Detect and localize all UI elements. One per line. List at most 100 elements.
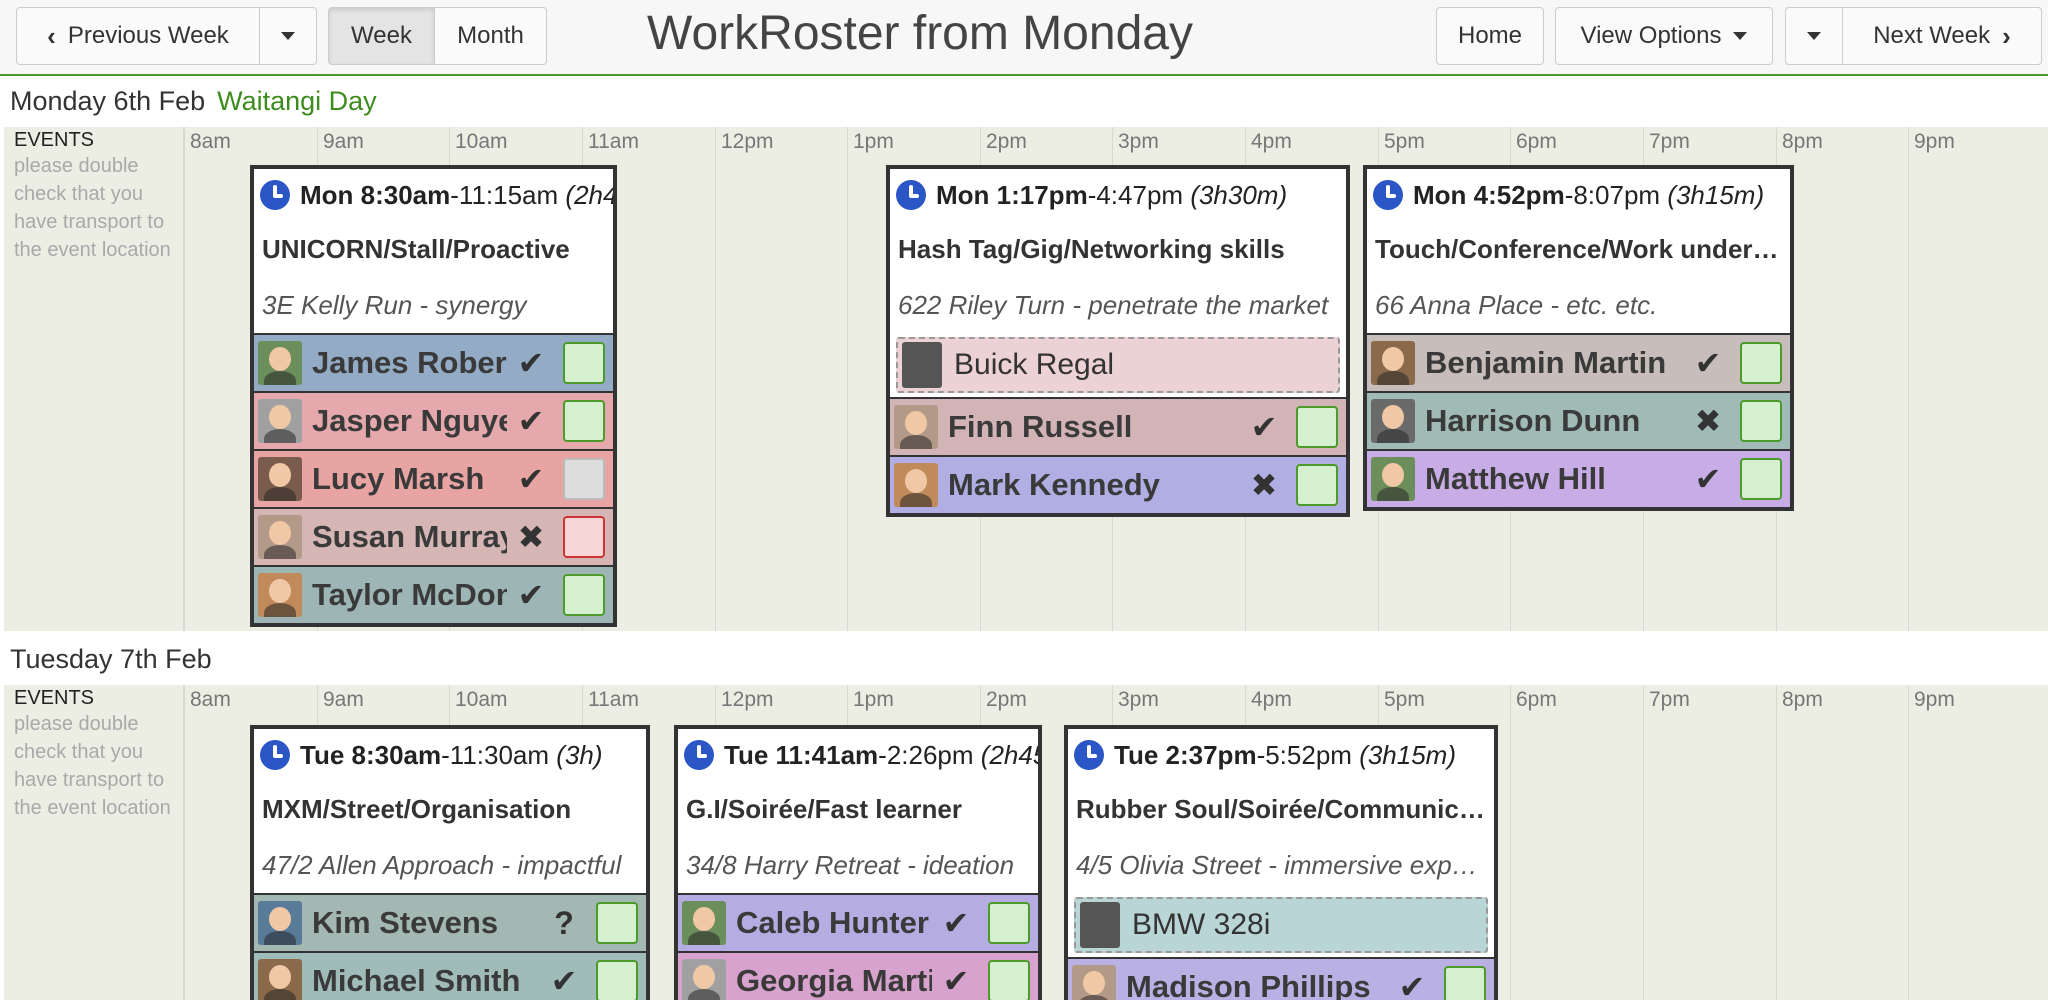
- hour-label: 6pm: [1516, 130, 1557, 153]
- person-row[interactable]: Kim Stevens?: [254, 893, 646, 951]
- person-row[interactable]: Georgia Martin ✔: [678, 951, 1038, 1000]
- view-options-label: View Options: [1580, 22, 1722, 49]
- confirm-checkbox[interactable]: [563, 574, 605, 616]
- day-date: Tuesday 7th Feb: [10, 644, 212, 674]
- hour-column: 9pm: [1908, 127, 1955, 631]
- confirm-checkbox[interactable]: [563, 342, 605, 384]
- hour-label: 9am: [323, 130, 364, 153]
- day-grid: EVENTS please double check that you have …: [4, 127, 2048, 631]
- event-duration: (3h15m): [1359, 739, 1457, 770]
- vehicle-row[interactable]: Buick Regal: [896, 337, 1340, 393]
- person-row[interactable]: Caleb Hunter ✔: [678, 893, 1038, 951]
- hour-label: 9pm: [1914, 130, 1955, 153]
- person-name: Susan Murray: [312, 519, 507, 554]
- week-view-label: Week: [351, 22, 412, 49]
- person-row[interactable]: Jasper Nguyen ✔: [254, 391, 613, 449]
- hour-label: 5pm: [1384, 688, 1425, 711]
- event-end: -5:52pm: [1256, 739, 1352, 770]
- hour-label: 8pm: [1782, 688, 1823, 711]
- event-title[interactable]: MXM/Street/Organisation: [254, 781, 646, 837]
- events-note: please double check that you have transp…: [14, 155, 171, 261]
- confirm-checkbox[interactable]: [1740, 342, 1782, 384]
- event-title[interactable]: Touch/Conference/Work under pressure: [1367, 221, 1790, 277]
- event-card[interactable]: Tue 11:41am-2:26pm (2h45m)G.I/Soirée/Fas…: [674, 725, 1042, 1000]
- hour-column: 7pm: [1643, 685, 1690, 1000]
- person-row[interactable]: Matthew Hill ✔: [1367, 449, 1790, 507]
- confirm-checkbox[interactable]: [563, 400, 605, 442]
- person-name: Lucy Marsh: [312, 461, 485, 496]
- person-name: Madison Phillips: [1126, 969, 1371, 1000]
- person-row[interactable]: Mark Kennedy ✖: [890, 455, 1346, 513]
- event-title[interactable]: Hash Tag/Gig/Networking skills: [890, 221, 1346, 277]
- hour-label: 12pm: [721, 688, 774, 711]
- person-row[interactable]: Benjamin Martin ✔: [1367, 333, 1790, 391]
- confirm-checkbox[interactable]: [988, 902, 1030, 944]
- hour-label: 8pm: [1782, 130, 1823, 153]
- event-location: 622 Riley Turn - penetrate the market: [898, 290, 1329, 320]
- caret-down-icon: [1733, 32, 1748, 40]
- previous-week-dropdown-button[interactable]: [259, 7, 317, 65]
- view-options-button[interactable]: View Options: [1555, 7, 1773, 65]
- event-card[interactable]: Mon 8:30am-11:15am (2h45m)UNICORN/Stall/…: [250, 165, 617, 627]
- event-location: 47/2 Allen Approach - impactful: [262, 850, 622, 880]
- person-name: Harrison Dunn: [1425, 403, 1641, 438]
- person-row[interactable]: James Robertson ✔: [254, 333, 613, 391]
- chevron-right-icon: ›: [2002, 21, 2011, 51]
- person-row[interactable]: Lucy Marsh ✔: [254, 449, 613, 507]
- events-column: EVENTS please double check that you have …: [4, 127, 184, 631]
- month-view-button[interactable]: Month: [434, 7, 547, 65]
- home-button[interactable]: Home: [1436, 7, 1544, 65]
- confirm-checkbox[interactable]: [1296, 464, 1338, 506]
- event-card[interactable]: Tue 2:37pm -5:52pm (3h15m) Rubber Soul/Soi…: [1064, 725, 1498, 1000]
- event-card[interactable]: Tue 8:30am -11:30am (3h) MXM/Street/Organi…: [250, 725, 650, 1000]
- avatar: [1072, 965, 1116, 1000]
- next-week-dropdown-button[interactable]: [1785, 7, 1843, 65]
- avatar: [258, 457, 302, 501]
- confirm-checkbox[interactable]: [1740, 458, 1782, 500]
- person-row[interactable]: Harrison Dunn ✖: [1367, 391, 1790, 449]
- person-row[interactable]: Michael Smith ✔: [254, 951, 646, 1000]
- hour-label: 4pm: [1251, 688, 1292, 711]
- person-row[interactable]: Taylor McDonald ✔: [254, 565, 613, 623]
- events-title: EVENTS: [14, 129, 95, 151]
- week-view-button[interactable]: Week: [328, 7, 435, 65]
- confirm-checkbox[interactable]: [1444, 966, 1486, 1000]
- confirm-checkbox[interactable]: [596, 902, 638, 944]
- confirm-checkbox[interactable]: [988, 960, 1030, 1000]
- previous-week-button[interactable]: ‹ Previous Week: [16, 7, 260, 65]
- hour-label: 9am: [323, 688, 364, 711]
- avatar: [258, 399, 302, 443]
- event-start: Mon 8:30am: [300, 179, 451, 210]
- vehicle-name: BMW 328i: [1132, 908, 1271, 941]
- person-row[interactable]: Madison Phillips ✔: [1068, 957, 1494, 1000]
- next-week-button[interactable]: Next Week ›: [1842, 7, 2042, 65]
- event-title[interactable]: Rubber Soul/Soirée/Communication: [1068, 781, 1494, 837]
- event-card[interactable]: Mon 4:52pm -8:07pm (3h15m) Touch/Conferenc…: [1363, 165, 1794, 511]
- confirm-checkbox[interactable]: [563, 516, 605, 558]
- event-time: Tue 2:37pm -5:52pm (3h15m): [1068, 729, 1494, 781]
- confirm-checkbox[interactable]: [563, 458, 605, 500]
- confirm-checkbox[interactable]: [1740, 400, 1782, 442]
- home-label: Home: [1457, 22, 1523, 49]
- cross-icon: ✖: [1694, 403, 1722, 439]
- confirm-checkbox[interactable]: [596, 960, 638, 1000]
- person-row[interactable]: Finn Russell ✔: [890, 397, 1346, 455]
- event-card[interactable]: Mon 1:17pm -4:47pm (3h30m) Hash Tag/Gig/Ne…: [886, 165, 1350, 517]
- chevron-left-icon: ‹: [47, 21, 56, 51]
- vehicle-row[interactable]: BMW 328i: [1074, 897, 1488, 953]
- confirm-checkbox[interactable]: [1296, 406, 1338, 448]
- event-location: 66 Anna Place - etc. etc.: [1375, 290, 1658, 320]
- person-row[interactable]: Susan Murray ✖: [254, 507, 613, 565]
- event-location: 4/5 Olivia Street - immersive experience: [1076, 850, 1494, 880]
- hour-column: 12pm: [715, 127, 774, 631]
- hour-label: 7pm: [1649, 688, 1690, 711]
- check-icon: ✔: [1398, 969, 1426, 1000]
- event-title[interactable]: G.I/Soirée/Fast learner: [678, 781, 1038, 837]
- event-start: Tue 2:37pm: [1114, 739, 1257, 770]
- avatar: [258, 515, 302, 559]
- event-title[interactable]: UNICORN/Stall/Proactive: [254, 221, 613, 277]
- hour-label: 12pm: [721, 130, 774, 153]
